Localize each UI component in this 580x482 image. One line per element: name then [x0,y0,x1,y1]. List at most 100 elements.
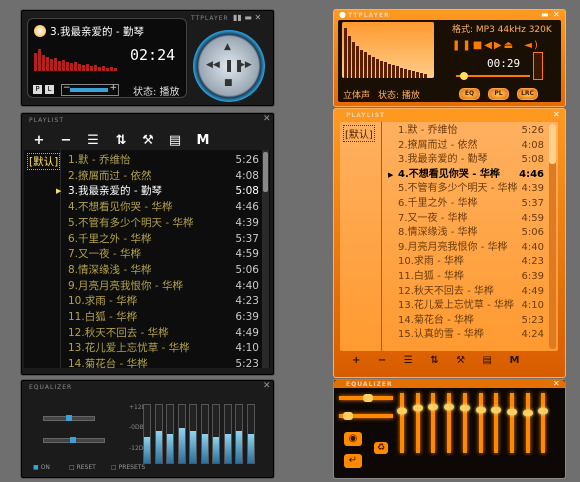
visualizer-icon[interactable]: ▮▮ [233,13,242,22]
eq-band-knob[interactable] [538,408,549,415]
scrollbar[interactable] [262,150,269,368]
eq-toggle-button[interactable]: EQ [459,88,480,100]
next-icon[interactable]: ▶ [494,40,504,51]
list-icon[interactable]: ☰ [85,133,101,148]
transport-dial[interactable]: ▲ ◀◀ ❚❚ ▶▶ ■ [193,30,265,102]
wrench-icon[interactable]: ⚒ [140,133,156,148]
preset-icon[interactable]: ↵ [344,454,362,468]
track-row[interactable]: 10.求雨 - 华桦 4:23 [64,294,259,310]
eq-band-slider[interactable] [491,393,502,453]
track-row[interactable]: 6.千里之外 - 华桦 5:37 [64,232,259,248]
close-icon[interactable]: ✕ [553,110,560,119]
eq-band-slider[interactable] [189,404,197,464]
prev-icon[interactable]: ◀ [484,40,494,51]
eq-band-slider[interactable] [412,393,423,453]
mode-icon[interactable]: M [509,355,519,366]
eq-band-slider[interactable] [522,393,533,453]
eq-band-knob[interactable] [428,403,439,410]
eq-band-slider[interactable] [200,404,209,464]
eq-band-slider[interactable] [223,404,232,464]
volume-orange[interactable] [533,52,543,80]
eq-band-slider[interactable] [143,404,151,464]
eq-band-knob[interactable] [459,404,470,411]
scrollbar-orange[interactable] [549,124,556,349]
close-icon[interactable]: ✕ [254,13,261,22]
track-row[interactable]: 7.又一夜 - 华桦 4:59 [64,247,259,263]
sort-icon[interactable]: ⇅ [113,133,129,148]
preamp-slider-orange[interactable] [339,394,393,402]
next-icon[interactable]: ▶▶ [238,60,252,70]
pl-toggle-button[interactable]: PL [488,88,509,100]
seek-knob[interactable] [460,72,468,80]
speaker-icon[interactable]: ◄) [524,40,540,51]
eq-band-slider[interactable] [177,404,186,464]
eject-icon[interactable]: ⏏ [504,40,515,51]
eq-band-slider[interactable] [459,393,470,453]
eq-band-slider[interactable] [166,404,174,464]
power-icon[interactable]: ◉ [344,432,362,446]
close-icon[interactable]: ✕ [263,114,271,124]
preamp-track-1[interactable] [43,415,95,421]
eq-band-slider[interactable] [506,393,517,453]
lrc-toggle-button[interactable]: LRC [517,88,538,100]
stop-icon[interactable]: ■ [473,40,484,51]
document-icon[interactable]: ▤ [167,133,183,148]
eject-icon[interactable]: ■ [224,78,233,88]
eq-band-knob[interactable] [522,410,533,417]
track-row[interactable]: 4.不想看见你哭 - 华桦 4:46 [64,200,259,216]
close-icon[interactable]: ✕ [263,381,271,391]
eq-band-knob[interactable] [397,408,407,415]
eq-band-slider[interactable] [428,393,439,453]
eq-band-knob[interactable] [444,403,455,410]
reset-icon[interactable]: ♻ [374,442,388,454]
remove-icon[interactable]: − [58,133,74,148]
volume-slider[interactable]: − + [61,83,119,96]
track-row[interactable]: 14.菊花台 - 华桦 5:23 [64,357,259,368]
track-row[interactable]: 8.情深缘浅 - 华桦 5:06 [64,263,259,279]
eq-band-knob[interactable] [491,406,502,413]
group-default[interactable]: [默认] [343,125,375,142]
track-row[interactable]: 2.撩屑而过 - 依然 4:08 [64,169,259,185]
eq-band-slider[interactable] [397,393,407,453]
wrench-icon[interactable]: ⚒ [456,355,465,366]
prev-icon[interactable]: ◀◀ [206,60,220,70]
eq-band-slider[interactable] [246,404,255,464]
track-row[interactable]: 9.月亮月亮我恨你 - 华桦 4:40 [64,279,259,295]
remove-icon[interactable]: − [378,355,386,366]
pause-icon[interactable]: ❚❚ [452,40,473,51]
eq-band-knob[interactable] [506,409,517,416]
eq-band-knob[interactable] [475,406,486,413]
stop-icon[interactable]: ▲ [224,42,231,52]
eq-presets-button[interactable]: □ PRESETS [111,464,145,471]
mode-icon[interactable]: M [195,133,211,148]
minimize-icon[interactable]: ▬ [541,10,549,19]
track-row[interactable]: 12.秋天不回去 - 华桦 4:49 [64,326,259,342]
sort-icon[interactable]: ⇅ [430,355,438,366]
balance-track[interactable] [43,437,105,443]
track-row[interactable]: 5.不管有多少个明天 - 华桦 4:39 [64,216,259,232]
scrollbar-thumb[interactable] [263,152,268,192]
track-row[interactable]: 11.白狐 - 华桦 6:39 [64,310,259,326]
add-icon[interactable]: + [31,133,47,148]
track-row[interactable]: 1.默 - 乔维怡 5:26 [64,153,259,169]
eq-band-knob[interactable] [412,404,423,411]
playlist-toggle-p[interactable]: P [33,85,42,94]
eq-on-button[interactable]: ■ ON [33,464,50,471]
group-default[interactable]: [默认] [27,153,61,170]
scrollbar-thumb[interactable] [549,124,556,164]
track-row[interactable]: 13.花儿爱上忘忧草 - 华桦 4:10 [64,341,259,357]
close-icon[interactable]: ✕ [553,379,560,388]
eq-band-slider[interactable] [444,393,455,453]
lyrics-toggle-l[interactable]: L [45,85,54,94]
close-icon[interactable]: ✕ [553,10,560,19]
add-icon[interactable]: + [352,355,360,366]
eq-band-slider[interactable] [538,393,549,453]
eq-band-slider[interactable] [235,404,243,464]
eq-reset-button[interactable]: □ RESET [69,464,96,471]
document-icon[interactable]: ▤ [483,355,492,366]
track-row[interactable]: ▶ 3.我最亲爱的 - 勤琴 5:08 [56,184,259,200]
minimize-icon[interactable]: ▬ [244,13,252,22]
eq-band-slider[interactable] [475,393,486,453]
eq-band-slider[interactable] [154,404,163,464]
list-icon[interactable]: ☰ [404,355,413,366]
